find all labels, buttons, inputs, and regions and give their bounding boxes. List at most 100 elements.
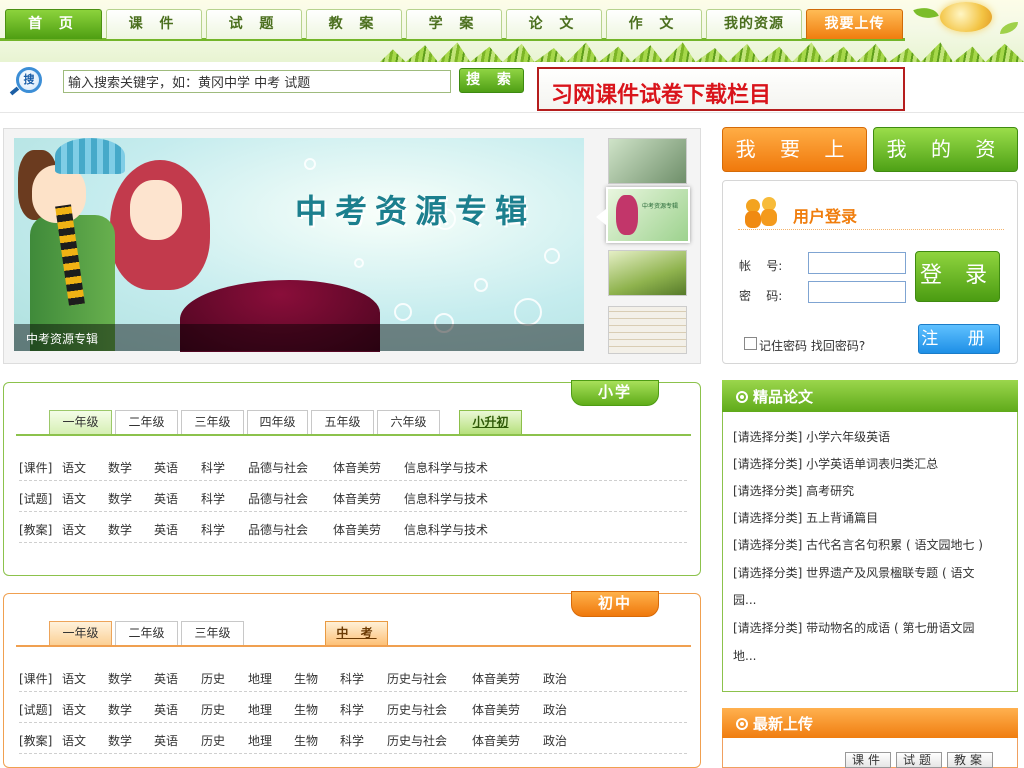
subject-link[interactable]: 语文 <box>62 701 86 718</box>
slideshow-caption-bar <box>14 324 584 351</box>
subject-link[interactable]: 数学 <box>108 459 132 476</box>
subject-link[interactable]: 数学 <box>108 670 132 687</box>
login-button[interactable]: 登 录 <box>915 251 1000 302</box>
subject-link[interactable]: 语文 <box>62 670 86 687</box>
nav-papers[interactable]: 论 文 <box>506 9 602 39</box>
subject-link[interactable]: 体音美劳 <box>333 490 381 507</box>
subject-link[interactable]: 历史与社会 <box>387 701 447 718</box>
search-button[interactable]: 搜 索 <box>459 68 524 93</box>
nav-compositions[interactable]: 作 文 <box>606 9 702 39</box>
subject-link[interactable]: 品德与社会 <box>248 490 308 507</box>
tab-grade-1[interactable]: 一年级 <box>49 621 112 645</box>
subject-link[interactable]: 历史 <box>201 701 225 718</box>
subject-link[interactable]: 信息科学与技术 <box>404 521 488 538</box>
nav-study-plans[interactable]: 学 案 <box>406 9 502 39</box>
paper-link-cont[interactable]: 地... <box>733 643 1003 670</box>
tab-grade-5[interactable]: 五年级 <box>311 410 374 434</box>
subject-link[interactable]: 英语 <box>154 701 178 718</box>
subject-link[interactable]: 体音美劳 <box>472 670 520 687</box>
paper-link[interactable]: [请选择分类] 带动物名的成语 ( 第七册语文园 <box>733 615 1003 642</box>
subject-link[interactable]: 地理 <box>248 732 272 749</box>
tab-grade-2[interactable]: 二年级 <box>115 621 178 645</box>
nav-courseware[interactable]: 课 件 <box>106 9 202 39</box>
subject-link[interactable]: 语文 <box>62 732 86 749</box>
account-field[interactable] <box>808 252 906 274</box>
password-field[interactable] <box>808 281 906 303</box>
subject-link[interactable]: 英语 <box>154 459 178 476</box>
latest-tab-exams[interactable]: 试题 <box>896 752 942 768</box>
subject-link[interactable]: 数学 <box>108 521 132 538</box>
subject-link[interactable]: 品德与社会 <box>248 459 308 476</box>
paper-link[interactable]: [请选择分类] 高考研究 <box>733 478 1003 505</box>
slideshow-thumb[interactable] <box>608 306 687 354</box>
slideshow-thumb[interactable] <box>608 138 687 184</box>
tab-grade-2[interactable]: 二年级 <box>115 410 178 434</box>
paper-link[interactable]: [请选择分类] 小学英语单词表归类汇总 <box>733 451 1003 478</box>
subject-link[interactable]: 英语 <box>154 732 178 749</box>
subject-link[interactable]: 政治 <box>543 701 567 718</box>
upload-button[interactable]: 我 要 上 传 <box>722 127 867 203</box>
slideshow-thumb-active[interactable]: 中考资源专辑 <box>606 187 690 243</box>
promo-banner[interactable]: 习网课件试卷下载栏目 <box>537 67 905 111</box>
subject-link[interactable]: 英语 <box>154 490 178 507</box>
nav-my-resources[interactable]: 我的资源 <box>706 9 802 39</box>
tab-graduation[interactable]: 小升初 <box>459 410 522 434</box>
subject-link[interactable]: 生物 <box>294 670 318 687</box>
subject-link[interactable]: 历史与社会 <box>387 732 447 749</box>
subject-link[interactable]: 语文 <box>62 521 86 538</box>
subject-link[interactable]: 科学 <box>201 459 225 476</box>
tab-grade-3[interactable]: 三年级 <box>181 410 244 434</box>
subject-link[interactable]: 政治 <box>543 670 567 687</box>
subject-link[interactable]: 体音美劳 <box>472 701 520 718</box>
junior-section-label: 初中 <box>571 591 659 617</box>
subject-link[interactable]: 数学 <box>108 732 132 749</box>
nav-lesson-plans[interactable]: 教 案 <box>306 9 402 39</box>
paper-link[interactable]: [请选择分类] 五上背诵篇目 <box>733 505 1003 532</box>
tab-grade-4[interactable]: 四年级 <box>247 410 308 434</box>
paper-link[interactable]: [请选择分类] 小学六年级英语 <box>733 424 1003 451</box>
subject-link[interactable]: 生物 <box>294 701 318 718</box>
subject-link[interactable]: 英语 <box>154 521 178 538</box>
subject-link[interactable]: 科学 <box>340 670 364 687</box>
subject-link[interactable]: 体音美劳 <box>333 459 381 476</box>
subject-link[interactable]: 信息科学与技术 <box>404 459 488 476</box>
latest-tab-plans[interactable]: 教案 <box>947 752 993 768</box>
subject-link[interactable]: 科学 <box>201 490 225 507</box>
nav-home[interactable]: 首 页 <box>5 9 102 39</box>
subject-link[interactable]: 科学 <box>201 521 225 538</box>
subject-link[interactable]: 体音美劳 <box>472 732 520 749</box>
nav-exams[interactable]: 试 题 <box>206 9 302 39</box>
subject-link[interactable]: 历史 <box>201 732 225 749</box>
register-button[interactable]: 注 册 <box>918 324 1000 354</box>
paper-link-cont[interactable]: 园... <box>733 587 1003 614</box>
subject-link[interactable]: 英语 <box>154 670 178 687</box>
latest-tab-courseware[interactable]: 课件 <box>845 752 891 768</box>
subject-link[interactable]: 科学 <box>340 701 364 718</box>
tab-high-school-exam[interactable]: 中 考 <box>325 621 388 645</box>
remember-checkbox[interactable] <box>744 337 757 350</box>
subject-link[interactable]: 数学 <box>108 490 132 507</box>
subject-link[interactable]: 地理 <box>248 701 272 718</box>
subject-link[interactable]: 数学 <box>108 701 132 718</box>
subject-link[interactable]: 语文 <box>62 459 86 476</box>
paper-link[interactable]: [请选择分类] 古代名言名句积累 ( 语文园地七 ) <box>733 532 1003 559</box>
paper-link[interactable]: [请选择分类] 世界遗产及风景楹联专题 ( 语文 <box>733 560 1003 587</box>
tab-grade-6[interactable]: 六年级 <box>377 410 440 434</box>
search-input[interactable] <box>63 70 451 93</box>
subject-link[interactable]: 政治 <box>543 732 567 749</box>
subject-link[interactable]: 品德与社会 <box>248 521 308 538</box>
subject-link[interactable]: 语文 <box>62 490 86 507</box>
subject-link[interactable]: 生物 <box>294 732 318 749</box>
subject-link[interactable]: 科学 <box>340 732 364 749</box>
tab-grade-3[interactable]: 三年级 <box>181 621 244 645</box>
subject-link[interactable]: 体音美劳 <box>333 521 381 538</box>
slideshow-thumb[interactable] <box>608 250 687 296</box>
tab-grade-1[interactable]: 一年级 <box>49 410 112 434</box>
remember-label[interactable]: 记住密码 找回密码? <box>759 337 865 354</box>
subject-link[interactable]: 历史与社会 <box>387 670 447 687</box>
my-resources-button[interactable]: 我 的 资 源 <box>873 127 1018 203</box>
subject-link[interactable]: 信息科学与技术 <box>404 490 488 507</box>
subject-link[interactable]: 地理 <box>248 670 272 687</box>
subject-link[interactable]: 历史 <box>201 670 225 687</box>
nav-upload[interactable]: 我要上传 <box>806 9 903 39</box>
